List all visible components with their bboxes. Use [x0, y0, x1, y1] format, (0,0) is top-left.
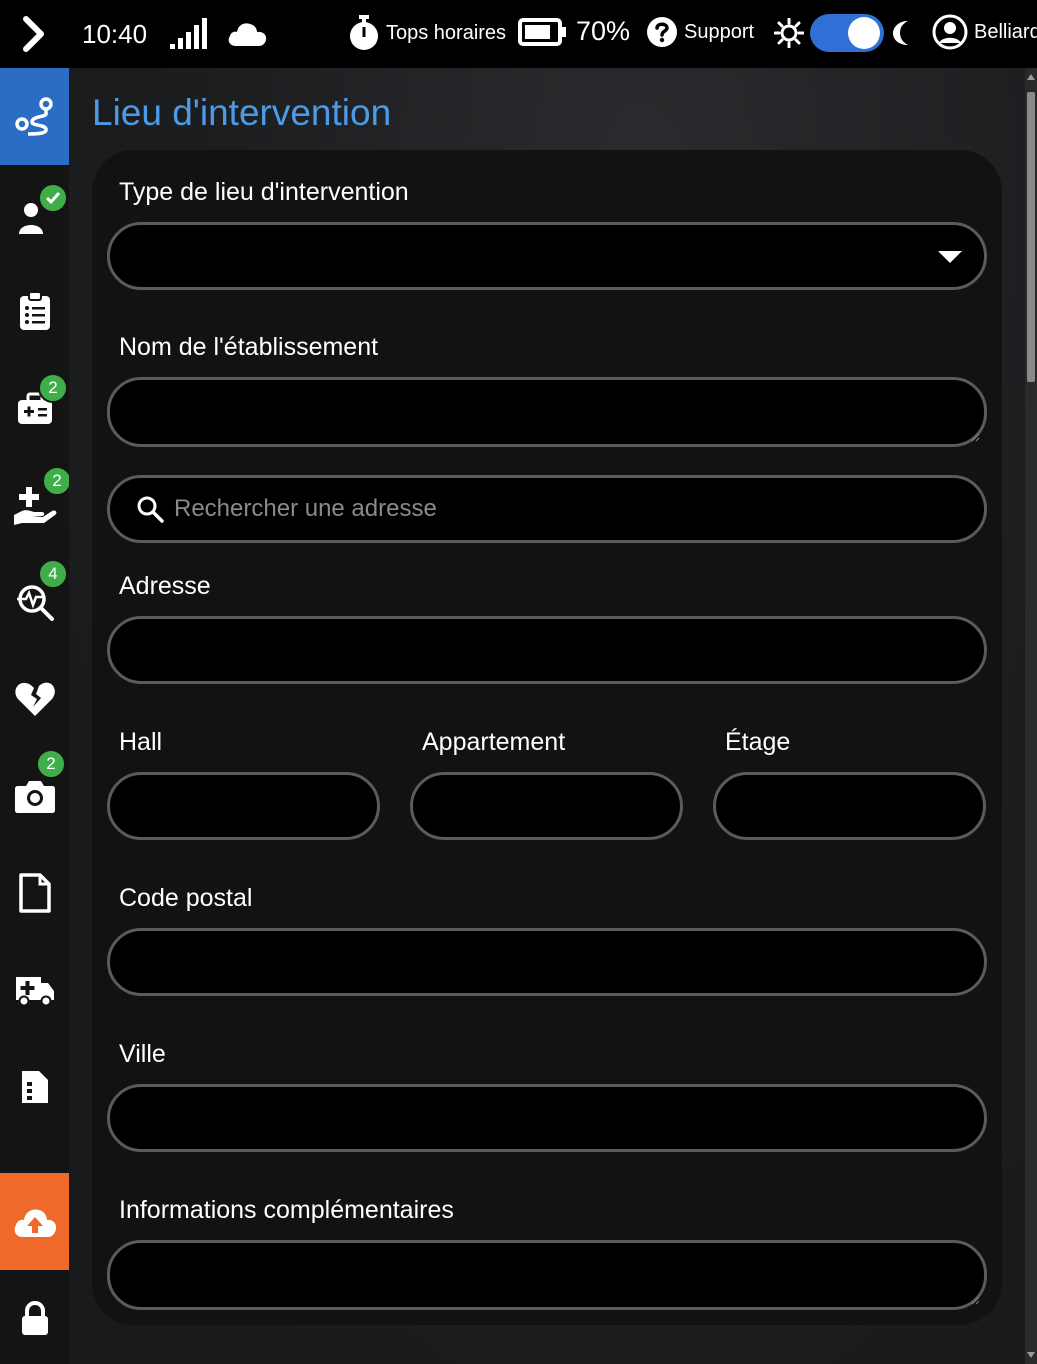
toggle-knob [848, 17, 880, 49]
address-search-field[interactable] [107, 475, 987, 543]
cloud-upload-icon [14, 1208, 56, 1237]
user-menu[interactable]: Belliard [932, 14, 1037, 50]
user-name: Belliard [974, 20, 1037, 43]
sidebar-item-lock[interactable] [0, 1270, 69, 1364]
scroll-down-arrow-icon[interactable] [1027, 1352, 1035, 1358]
sidebar-item-patient[interactable] [0, 165, 69, 262]
user-circle-icon [932, 14, 968, 50]
camera-icon [14, 780, 55, 813]
tops-horaires-label: Tops horaires [386, 21, 507, 44]
scroll-up-arrow-icon[interactable] [1027, 74, 1035, 80]
sun-icon [774, 18, 804, 48]
medical-kit-badge: 2 [38, 373, 68, 403]
ville-label: Ville [119, 1040, 166, 1068]
nom-etablissement-textarea[interactable] [107, 377, 987, 447]
file-form-icon [21, 1070, 48, 1103]
heart-crack-icon [14, 682, 55, 716]
expand-sidebar-button[interactable] [0, 0, 68, 68]
battery-percentage: 70% [576, 16, 631, 46]
clock-time: 10:40 [82, 18, 148, 49]
sidebar-item-medical-kit[interactable]: 2 [0, 359, 69, 456]
hall-input[interactable] [107, 772, 380, 840]
sidebar-item-checklist[interactable] [0, 262, 69, 359]
sidebar-item-care[interactable]: 2 [0, 456, 72, 553]
check-icon [45, 192, 61, 205]
etage-label: Étage [725, 728, 791, 756]
main-content: Lieu d'intervention Type de lieu d'inter… [69, 68, 1025, 1364]
resize-handle-icon [971, 1296, 980, 1305]
tops-horaires-button[interactable]: Tops horaires [348, 14, 506, 52]
sidebar-item-ambulance[interactable] [0, 941, 69, 1038]
type-lieu-label: Type de lieu d'intervention [119, 178, 409, 206]
infos-complementaires-textarea[interactable] [107, 1240, 987, 1310]
vitals-badge: 4 [38, 559, 68, 589]
sidebar-item-camera[interactable]: 2 [0, 747, 69, 844]
dropdown-arrow-icon [938, 251, 962, 263]
sidebar: 2 2 4 2 [0, 68, 72, 1364]
infos-complementaires-label: Informations complémentaires [119, 1196, 454, 1224]
question-circle-icon [647, 17, 677, 47]
battery-icon [518, 17, 566, 46]
top-bar: 10:40 Tops horaires 70% Support Belliard [0, 0, 1037, 68]
sidebar-item-form[interactable] [0, 1038, 69, 1135]
ville-input[interactable] [107, 1084, 987, 1152]
sidebar-item-document[interactable] [0, 844, 69, 941]
chevron-right-icon [23, 16, 44, 52]
search-icon [137, 496, 164, 523]
clipboard-list-icon [19, 290, 50, 330]
adresse-input[interactable] [107, 616, 987, 684]
appartement-input[interactable] [410, 772, 683, 840]
lock-icon [21, 1300, 48, 1335]
dark-mode-toggle[interactable] [810, 14, 884, 52]
code-postal-label: Code postal [119, 884, 253, 912]
camera-badge: 2 [36, 749, 66, 779]
nom-etablissement-label: Nom de l'établissement [119, 333, 379, 361]
code-postal-input[interactable] [107, 928, 987, 996]
sidebar-item-heart[interactable] [0, 650, 69, 747]
care-badge: 2 [42, 466, 72, 496]
document-icon [18, 872, 51, 913]
etage-input[interactable] [713, 772, 986, 840]
cloud-icon [228, 23, 267, 46]
appartement-label: Appartement [422, 728, 566, 756]
intervention-form-card: Type de lieu d'intervention Nom de l'éta… [92, 150, 1002, 1325]
signal-icon [170, 18, 207, 49]
type-lieu-select[interactable] [107, 222, 987, 290]
check-badge [38, 183, 68, 213]
address-search-input[interactable] [174, 495, 934, 523]
page-title: Lieu d'intervention [92, 92, 392, 133]
scroll-thumb[interactable] [1027, 92, 1035, 382]
support-label: Support [684, 20, 755, 43]
stopwatch-icon [350, 15, 378, 50]
sidebar-item-route[interactable] [0, 68, 69, 165]
support-button[interactable]: Support [646, 16, 754, 48]
theme-switch[interactable] [774, 14, 914, 52]
page-scrollbar[interactable] [1025, 68, 1037, 1364]
sidebar-item-sync[interactable] [0, 1173, 69, 1270]
resize-handle-icon [971, 433, 980, 442]
moon-icon [893, 21, 908, 45]
route-icon [14, 96, 53, 136]
battery-status: 70% [518, 16, 630, 47]
ambulance-icon [15, 976, 54, 1006]
adresse-label: Adresse [119, 572, 211, 600]
sidebar-item-vitals[interactable]: 4 [0, 553, 69, 650]
hall-label: Hall [119, 728, 163, 756]
